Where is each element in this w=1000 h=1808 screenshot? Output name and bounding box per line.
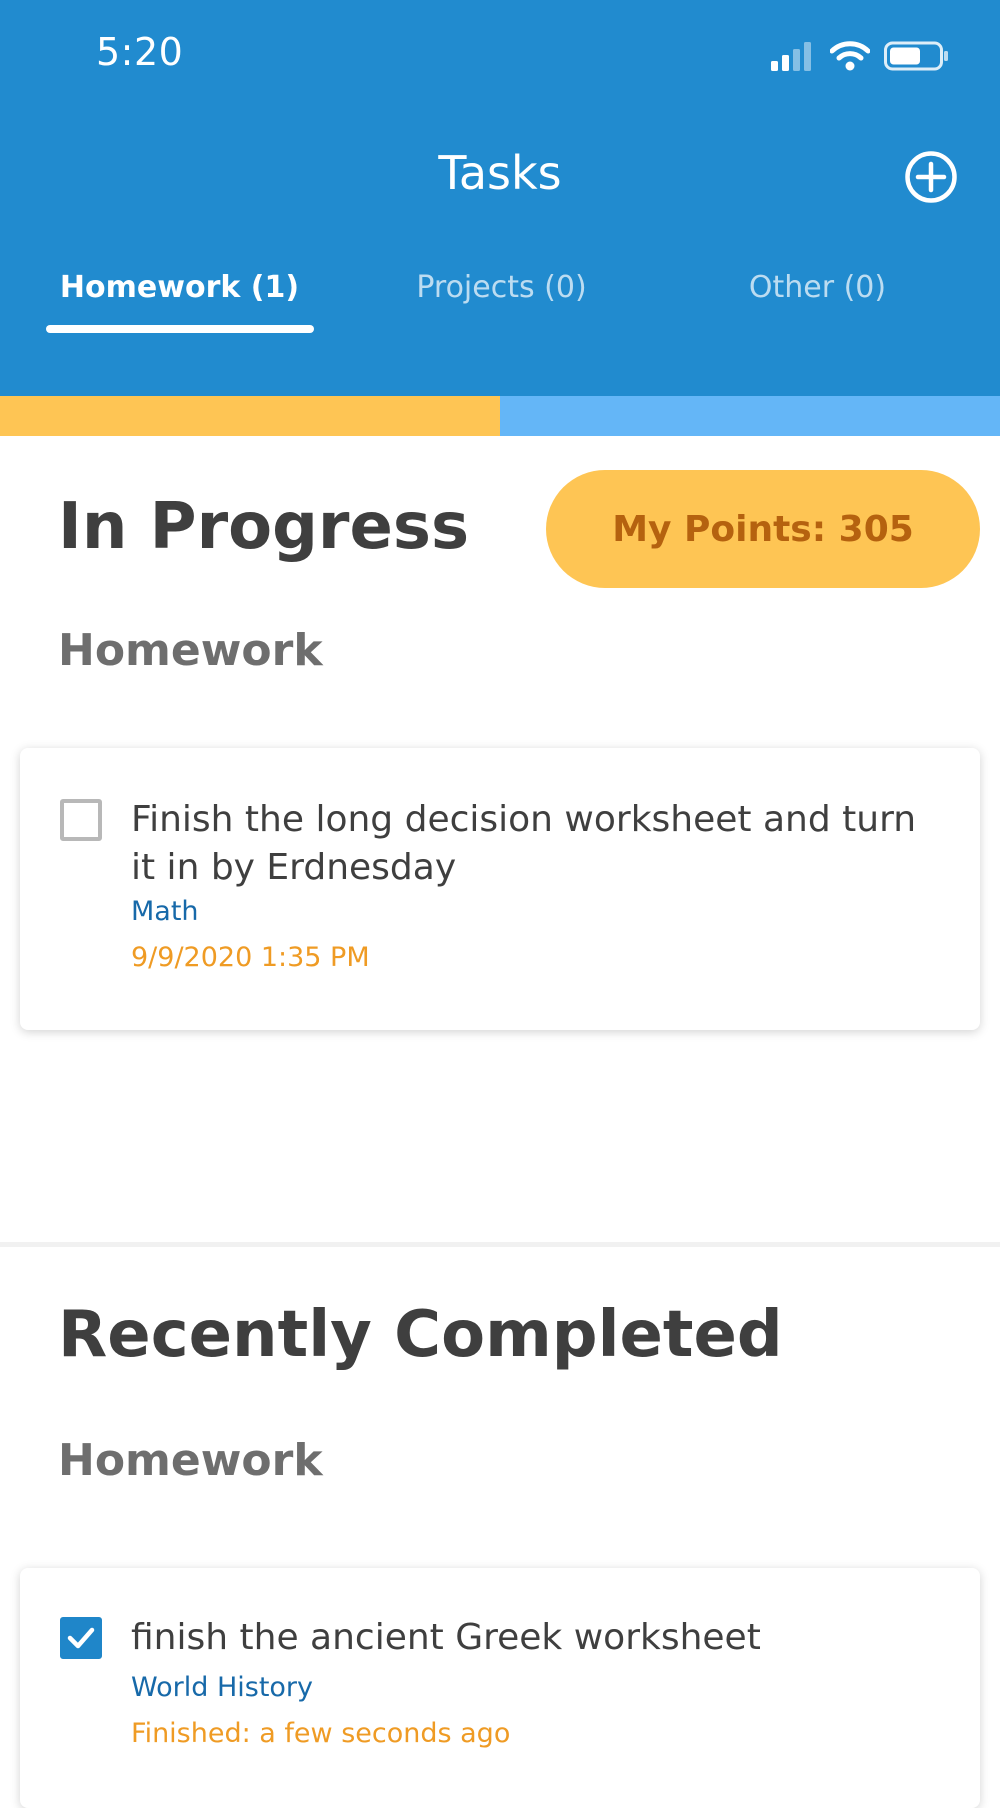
task-subject: Math: [131, 896, 199, 927]
completed-group-title: Homework: [58, 1435, 323, 1486]
section-divider: [0, 1242, 1000, 1247]
completed-task-subject: World History: [131, 1672, 314, 1703]
wifi-icon: [830, 41, 870, 71]
battery-icon: [884, 41, 948, 71]
checkmark-icon: [67, 1627, 95, 1649]
progress-fill: [0, 396, 500, 436]
completed-task-finished: Finished: a few seconds ago: [131, 1718, 511, 1749]
task-due-date: 9/9/2020 1:35 PM: [131, 942, 370, 973]
completed-task-checkbox[interactable]: [60, 1617, 102, 1659]
add-task-button[interactable]: [904, 150, 958, 204]
tab-homework[interactable]: Homework (1): [13, 270, 346, 305]
in-progress-group-title: Homework: [58, 625, 323, 676]
app-header: 5:20 Tasks Homework (1) Projects (0) Oth: [0, 0, 1000, 396]
status-time: 5:20: [96, 30, 184, 74]
active-tab-indicator: [46, 325, 314, 333]
task-checkbox[interactable]: [60, 799, 102, 841]
completed-task-card[interactable]: finish the ancient Greek worksheet World…: [20, 1568, 980, 1808]
plus-circle-icon: [905, 151, 957, 203]
status-icons: [770, 38, 950, 74]
tab-projects[interactable]: Projects (0): [335, 270, 668, 305]
points-progress-bar: [0, 396, 1000, 436]
tab-other[interactable]: Other (0): [651, 270, 984, 305]
page-title: Tasks: [438, 146, 562, 200]
cellular-signal-icon: [771, 42, 811, 71]
recently-completed-title: Recently Completed: [58, 1298, 783, 1372]
task-title: Finish the long decision worksheet and t…: [131, 799, 917, 888]
completed-task-title: finish the ancient Greek worksheet: [131, 1617, 761, 1658]
points-badge[interactable]: My Points: 305: [546, 470, 980, 588]
task-card[interactable]: Finish the long decision worksheet and t…: [20, 748, 980, 1030]
in-progress-title: In Progress: [58, 490, 470, 564]
